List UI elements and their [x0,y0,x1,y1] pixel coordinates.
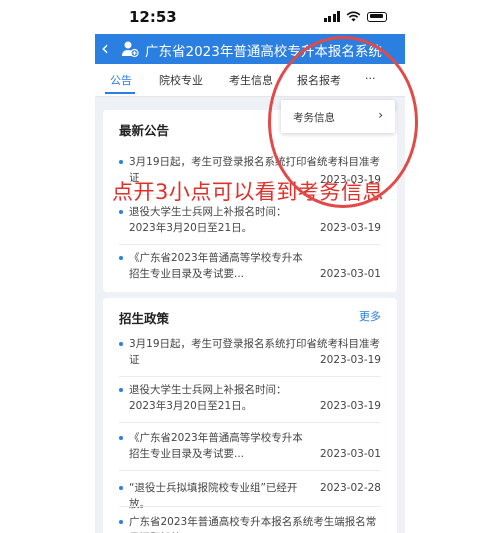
divider [119,376,381,377]
divider [119,470,381,471]
bullet-icon [119,388,123,392]
list-item[interactable]: 退役大学生士兵网上补报名时间：2023年3月20日至21日。 2023-03-1… [119,204,381,236]
status-icons [323,11,387,22]
policy-item-date: 2023-03-01 [319,448,381,460]
highlight-circle [268,36,418,208]
policy-item-text: 广东省2023年普通高校专升本报名系统考生端报名常见问题解答 [129,516,377,533]
user-add-icon [122,41,139,58]
bullet-icon [119,520,123,524]
list-item[interactable]: 《广东省2023年普通高等学校专升本 招生专业目录及考试要... 2023-03… [119,430,381,462]
bullet-icon [119,342,123,346]
status-bar: 12:53 [95,0,405,34]
divider [119,506,381,507]
bullet-icon [119,436,123,440]
list-item[interactable]: 广东省2023年普通高校专升本报名系统考生端报名常见问题解答 [119,514,381,533]
tab-student-info[interactable]: 考生信息 [229,72,273,88]
news-item-date: 2023-03-01 [319,268,381,280]
list-item[interactable]: “退役士兵拟填报院校专业组”已经开放。 2023-02-28 [119,480,381,512]
list-item[interactable]: 退役大学生士兵网上补报名时间：2023年3月20日至21日。 2023-03-1… [119,382,381,414]
policy-card-title: 招生政策 [119,311,170,326]
tab-schools-majors[interactable]: 院校专业 [159,72,203,88]
bullet-icon [119,210,123,214]
news-item-date: 2023-03-19 [319,222,381,234]
signal-icon [323,11,340,22]
back-button[interactable]: ‹ [101,36,109,60]
policy-item-date: 2023-03-19 [319,400,381,412]
bullet-icon [119,486,123,490]
list-item[interactable]: 《广东省2023年普通高等学校专升本 招生专业目录及考试要... 2023-03… [119,250,381,282]
news-card-title: 最新公告 [119,123,170,138]
bullet-icon [119,256,123,260]
policy-card: 招生政策 更多 3月19日起，考生可登录报名系统打印省统考科目准考证 2023-… [103,298,397,533]
screenshot-frame: 12:53 ‹ 广东省2023年普通高校专升本报名系统 公告 院校专业 考生信息… [0,0,500,533]
bullet-icon [119,160,123,164]
status-time: 12:53 [129,8,177,26]
policy-item-date: 2023-02-28 [319,482,381,494]
list-item[interactable]: 3月19日起，考生可登录报名系统打印省统考科目准考证 2023-03-19 [119,336,381,368]
policy-item-date: 2023-03-19 [319,354,381,366]
divider [119,244,381,245]
tab-announcements[interactable]: 公告 [110,72,132,88]
divider [119,422,381,423]
wifi-icon [346,11,361,22]
more-link[interactable]: 更多 [359,308,381,324]
active-tab-indicator [105,92,135,94]
battery-icon [367,11,387,22]
